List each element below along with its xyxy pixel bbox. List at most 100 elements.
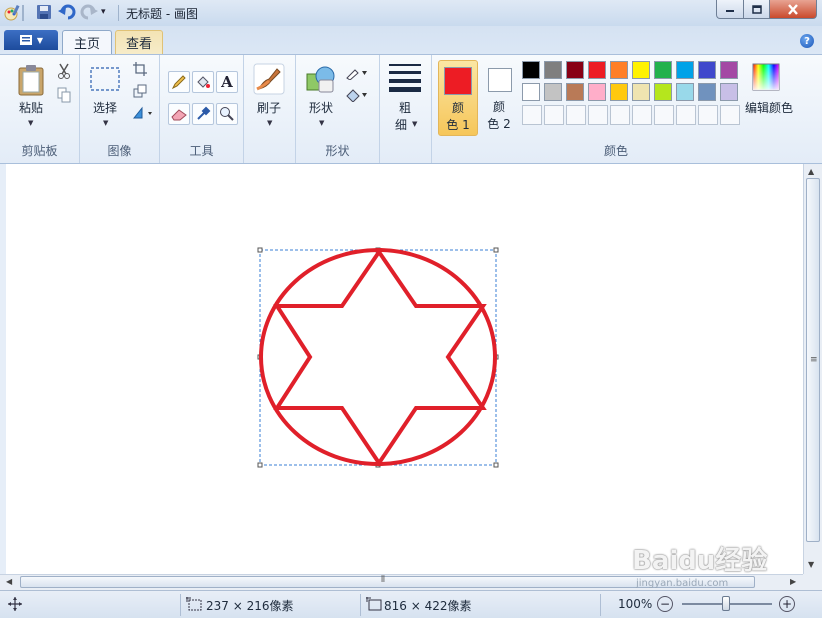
color-picker-icon[interactable] [192, 103, 214, 125]
brushes-button[interactable]: 刷子 [250, 99, 288, 116]
palette-swatch-empty[interactable] [544, 105, 564, 125]
ribbon: 粘贴 ▼ 剪贴板 选择 ▼ 图像 A 工具 刷子 ▼ 形状 ▼ 形状 粗 细 ▼… [0, 54, 822, 164]
chevron-down-icon[interactable]: ▼ [412, 120, 417, 128]
palette-swatch[interactable] [566, 83, 584, 101]
close-button[interactable] [769, 0, 817, 19]
size-label-line1[interactable]: 粗 [392, 99, 418, 116]
palette-swatch[interactable] [544, 83, 562, 101]
save-icon[interactable] [36, 4, 54, 22]
palette-swatch[interactable] [698, 61, 716, 79]
customize-quick-access-icon[interactable]: ▾ [101, 7, 119, 25]
select-button[interactable]: 选择 [86, 99, 124, 116]
paste-icon[interactable] [16, 63, 46, 97]
palette-swatch[interactable] [698, 83, 716, 101]
fill-icon[interactable] [192, 71, 214, 93]
window-title: 无标题 - 画图 [126, 7, 198, 21]
maximize-button[interactable] [743, 0, 770, 19]
palette-swatch[interactable] [610, 83, 628, 101]
scroll-right-icon[interactable]: ▶ [790, 577, 796, 586]
palette-swatch-empty[interactable] [610, 105, 630, 125]
zoom-in-icon[interactable]: + [779, 596, 795, 612]
scroll-down-icon[interactable]: ▼ [808, 560, 814, 569]
brush-icon[interactable] [252, 63, 286, 95]
menu-icon [19, 35, 32, 45]
selection-handle [257, 247, 263, 253]
zoom-out-icon[interactable]: − [657, 596, 673, 612]
crop-icon[interactable] [130, 59, 150, 79]
edit-colors-icon[interactable] [750, 61, 782, 93]
tab-view[interactable]: 查看 [115, 30, 163, 54]
color2-button[interactable]: 颜 色 2 [480, 60, 520, 136]
paint-app-icon[interactable] [3, 4, 21, 22]
shapes-icon[interactable] [304, 63, 338, 95]
palette-swatch[interactable] [632, 83, 650, 101]
redo-icon[interactable] [80, 4, 98, 22]
copy-icon[interactable] [54, 85, 74, 105]
edit-colors-button[interactable]: 编辑颜色 [738, 99, 800, 116]
size-label-line2[interactable]: 细 [388, 116, 414, 133]
outline-icon[interactable] [344, 63, 370, 83]
shapes-button[interactable]: 形状 [302, 99, 340, 116]
line-size-icon[interactable] [388, 63, 422, 93]
palette-swatch-empty[interactable] [566, 105, 586, 125]
app-menu-button[interactable]: ▼ [4, 30, 58, 50]
palette-swatch[interactable] [566, 61, 584, 79]
text-tool-icon[interactable]: A [216, 71, 238, 93]
palette-swatch[interactable] [588, 61, 606, 79]
palette-swatch[interactable] [522, 83, 540, 101]
palette-swatch-empty[interactable] [654, 105, 674, 125]
palette-swatch[interactable] [522, 61, 540, 79]
shapes-group: 形状 ▼ 形状 [296, 55, 380, 163]
color1-button[interactable]: 颜 色 1 [438, 60, 478, 136]
help-icon[interactable]: ? [800, 34, 814, 48]
palette-swatch-empty[interactable] [522, 105, 542, 125]
chevron-down-icon[interactable]: ▼ [319, 119, 324, 127]
palette-swatch[interactable] [720, 61, 738, 79]
selection-size-icon [186, 597, 202, 614]
rotate-icon[interactable] [130, 103, 156, 123]
separator [600, 594, 601, 616]
chevron-down-icon[interactable]: ▼ [103, 119, 108, 127]
fill-shape-icon[interactable] [344, 85, 370, 105]
chevron-down-icon[interactable]: ▼ [267, 119, 272, 127]
palette-swatch[interactable] [588, 83, 606, 101]
grip-icon: ⦀ [381, 575, 385, 585]
resize-icon[interactable] [130, 81, 150, 101]
palette-swatch-empty[interactable] [588, 105, 608, 125]
palette-swatch[interactable] [720, 83, 738, 101]
palette-swatch[interactable] [610, 61, 628, 79]
zoom-slider-thumb[interactable] [722, 596, 730, 611]
title-bar: ▾ 无标题 - 画图 [0, 0, 822, 26]
select-icon[interactable] [89, 65, 121, 93]
magnifier-icon[interactable] [216, 103, 238, 125]
chevron-down-icon[interactable]: ▼ [28, 119, 33, 127]
palette-swatch-empty[interactable] [720, 105, 740, 125]
undo-icon[interactable] [58, 4, 76, 22]
paste-button[interactable]: 粘贴 [10, 99, 52, 116]
palette-swatch[interactable] [544, 61, 562, 79]
vertical-scroll-thumb[interactable]: ≡ [806, 178, 820, 542]
cut-icon[interactable] [54, 61, 74, 81]
clipboard-group: 粘贴 ▼ 剪贴板 [0, 55, 80, 163]
palette-swatch-empty[interactable] [632, 105, 652, 125]
scroll-corner [803, 574, 822, 590]
palette-swatch[interactable] [676, 83, 694, 101]
canvas-area[interactable] [0, 164, 803, 574]
palette-swatch[interactable] [632, 61, 650, 79]
palette-swatch[interactable] [676, 61, 694, 79]
tab-home[interactable]: 主页 [62, 30, 112, 54]
palette-swatch-empty[interactable] [698, 105, 718, 125]
selection-handle [493, 462, 499, 468]
pencil-icon[interactable] [168, 71, 190, 93]
palette-swatch-empty[interactable] [676, 105, 696, 125]
scroll-left-icon[interactable]: ◀ [6, 577, 12, 586]
close-icon [788, 3, 798, 15]
eraser-icon[interactable] [168, 103, 190, 125]
scroll-up-icon[interactable]: ▲ [808, 167, 814, 176]
minimize-button[interactable] [716, 0, 744, 19]
palette-swatch[interactable] [654, 83, 672, 101]
drawing-canvas[interactable] [6, 164, 803, 574]
chevron-down-icon: ▼ [36, 35, 44, 45]
palette-swatch[interactable] [654, 61, 672, 79]
vertical-scrollbar[interactable]: ▲ ≡ ▼ [803, 164, 822, 574]
